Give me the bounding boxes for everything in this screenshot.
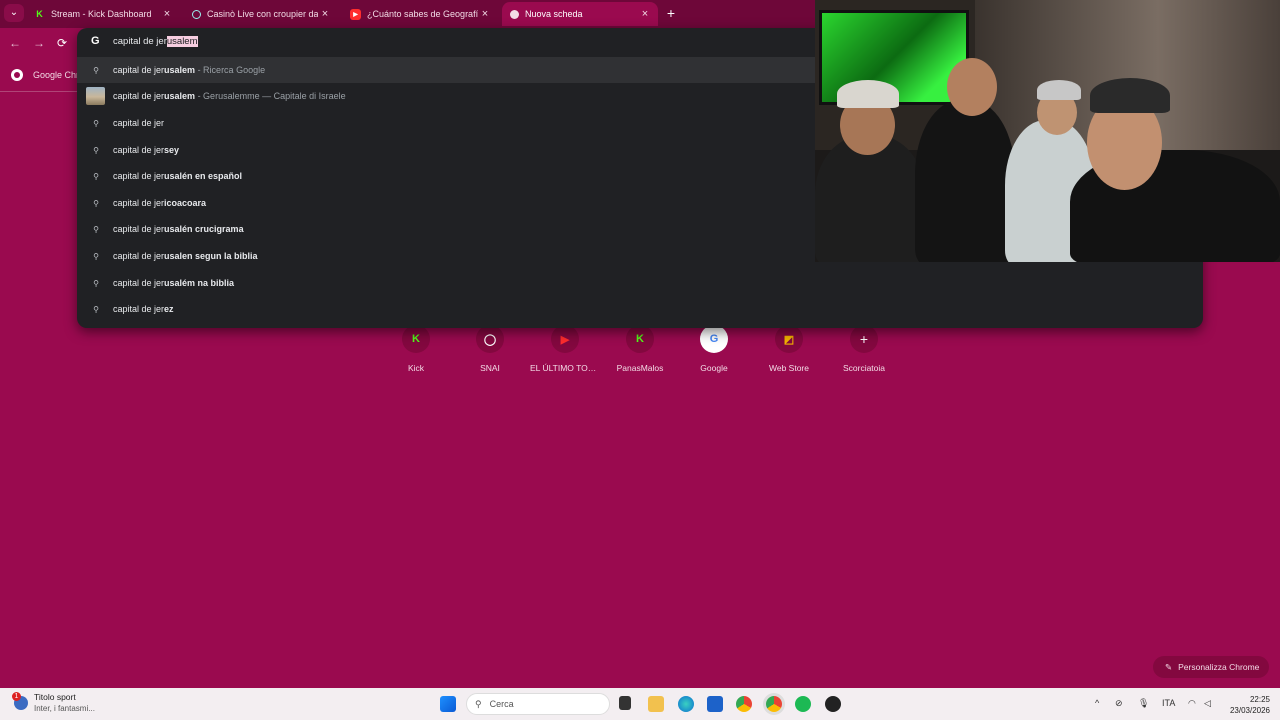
jerusalem-thumbnail bbox=[86, 87, 105, 105]
search-icon: ⚲ bbox=[93, 304, 99, 314]
tab-geografia[interactable]: ▶ ¿Cuánto sabes de Geografía? 🌎 × bbox=[342, 2, 498, 26]
date: 23/03/2026 bbox=[1229, 706, 1270, 715]
tab-search-button[interactable]: ⌄ bbox=[4, 4, 24, 22]
new-tab-button[interactable]: + bbox=[664, 5, 678, 21]
search-icon: ⚲ bbox=[93, 198, 99, 208]
reload-button[interactable]: ⟳ bbox=[53, 34, 71, 52]
person-cap bbox=[1090, 78, 1170, 113]
taskbar-search[interactable]: ⚲ Cerca bbox=[466, 693, 610, 715]
shortcut-label: SNAI bbox=[480, 363, 500, 373]
person-cap bbox=[837, 80, 899, 108]
google-icon: G bbox=[700, 325, 728, 353]
kick-icon: K bbox=[402, 325, 430, 353]
taskbar: 1 Titolo sport Inter, i fantasmi... ⚲ Ce… bbox=[0, 688, 1280, 720]
search-icon: ⚲ bbox=[93, 118, 99, 128]
task-view-icon[interactable] bbox=[619, 696, 631, 710]
customize-chrome-button[interactable]: ✎ Personalizza Chrome bbox=[1153, 656, 1269, 678]
bookmarks-bar: Google Chrome bbox=[0, 60, 97, 92]
chrome-icon bbox=[11, 69, 23, 81]
forward-button[interactable]: → bbox=[30, 34, 48, 52]
search-icon: ⚲ bbox=[475, 698, 482, 709]
shortcut-label: Kick bbox=[407, 363, 425, 373]
news-subtitle: Inter, i fantasmi... bbox=[34, 704, 95, 713]
shortcut-google[interactable]: G Google bbox=[679, 325, 749, 373]
shortcut-label: Google bbox=[700, 363, 728, 373]
snai-icon bbox=[192, 9, 201, 19]
close-icon[interactable]: × bbox=[478, 8, 492, 20]
tab-kick-dashboard[interactable]: K Stream - Kick Dashboard × bbox=[26, 2, 180, 26]
language-indicator[interactable]: ITA bbox=[1162, 698, 1175, 708]
search-icon: ⚲ bbox=[93, 65, 99, 75]
shortcut-snai[interactable]: ◯ SNAI bbox=[455, 325, 525, 373]
news-title: Titolo sport bbox=[34, 692, 76, 702]
kick-icon: K bbox=[36, 9, 43, 19]
search-icon: ⚲ bbox=[93, 171, 99, 181]
tab-nuova-scheda[interactable]: Nuova scheda × bbox=[502, 2, 658, 26]
clock[interactable]: 22:25 23/03/2026 bbox=[1222, 694, 1270, 716]
microphone-icon[interactable]: 🎙 bbox=[1138, 698, 1149, 709]
webcam-overlay bbox=[815, 0, 1280, 262]
close-icon[interactable]: × bbox=[318, 8, 332, 20]
snai-icon: ◯ bbox=[476, 325, 504, 353]
search-icon: ⚲ bbox=[93, 278, 99, 288]
youtube-icon: ▶ bbox=[551, 325, 579, 353]
person-cap bbox=[1037, 80, 1081, 100]
search-icon: ⚲ bbox=[93, 224, 99, 234]
news-icon: 1 bbox=[12, 692, 28, 710]
suggestion-item[interactable]: ⚲ capital de jerez bbox=[77, 296, 1203, 322]
news-widget[interactable]: 1 Titolo sport Inter, i fantasmi... bbox=[12, 692, 95, 713]
tab-title: Casinò Live con croupier dal vivo bbox=[207, 9, 318, 19]
shortcut-label: Web Store bbox=[768, 363, 809, 373]
volume-icon[interactable]: ◁ bbox=[1204, 698, 1211, 709]
youtube-icon: ▶ bbox=[350, 8, 361, 20]
search-icon: ⚲ bbox=[93, 251, 99, 261]
suggestion-item[interactable]: ⚲ capital de jerusalém na biblia bbox=[77, 270, 1203, 296]
taskbar-search-placeholder: Cerca bbox=[489, 699, 514, 709]
kick-icon: K bbox=[626, 325, 654, 353]
camera-off-icon[interactable]: ⊘ bbox=[1115, 698, 1123, 709]
time: 22:25 bbox=[1249, 695, 1270, 704]
obs-icon[interactable] bbox=[825, 696, 841, 712]
close-icon[interactable]: × bbox=[160, 8, 174, 20]
file-explorer-icon[interactable] bbox=[648, 696, 664, 712]
chrome-profile-icon[interactable] bbox=[766, 696, 782, 712]
chrome-icon[interactable] bbox=[736, 696, 752, 712]
tab-title: Nuova scheda bbox=[525, 9, 583, 19]
customize-label: Personalizza Chrome bbox=[1178, 662, 1260, 672]
shortcut-panasmalos[interactable]: K PanasMalos bbox=[605, 325, 675, 373]
shortcut-label: Scorciatoia bbox=[842, 363, 886, 373]
shortcut-web-store[interactable]: ◩ Web Store bbox=[754, 325, 824, 373]
notification-badge: 1 bbox=[12, 692, 21, 701]
shortcut-kick[interactable]: K Kick bbox=[381, 325, 451, 373]
web-store-icon: ◩ bbox=[775, 325, 803, 353]
tab-casino[interactable]: Casinò Live con croupier dal vivo × bbox=[184, 2, 338, 26]
search-icon: ⚲ bbox=[93, 145, 99, 155]
wifi-icon[interactable]: ◠ bbox=[1188, 698, 1196, 709]
chrome-newtab-icon bbox=[510, 9, 519, 19]
shortcut-label: EL ÚLTIMO TOU... bbox=[530, 363, 600, 373]
pencil-icon: ✎ bbox=[1165, 661, 1173, 672]
google-icon: G bbox=[91, 35, 100, 47]
shortcut-add[interactable]: + Scorciatoia bbox=[829, 325, 899, 373]
tab-title: ¿Cuánto sabes de Geografía? 🌎 bbox=[367, 8, 478, 19]
spotify-icon[interactable] bbox=[795, 696, 811, 712]
back-button[interactable]: ← bbox=[6, 34, 24, 52]
shortcut-el-ultimo[interactable]: ▶ EL ÚLTIMO TOU... bbox=[530, 325, 600, 373]
autocomplete-selection: usalem bbox=[166, 36, 198, 47]
tab-title: Stream - Kick Dashboard bbox=[51, 9, 152, 19]
windows-start-icon[interactable] bbox=[440, 696, 456, 712]
edge-icon[interactable] bbox=[678, 696, 694, 712]
omnibox-text[interactable]: capital de jerusalem bbox=[113, 36, 198, 47]
close-icon[interactable]: × bbox=[638, 8, 652, 20]
chevron-up-icon[interactable]: ^ bbox=[1095, 698, 1099, 708]
person bbox=[915, 100, 1015, 262]
plus-icon: + bbox=[850, 325, 878, 353]
person-head bbox=[947, 58, 997, 116]
store-icon[interactable] bbox=[707, 696, 723, 712]
shortcut-label: PanasMalos bbox=[616, 363, 664, 373]
